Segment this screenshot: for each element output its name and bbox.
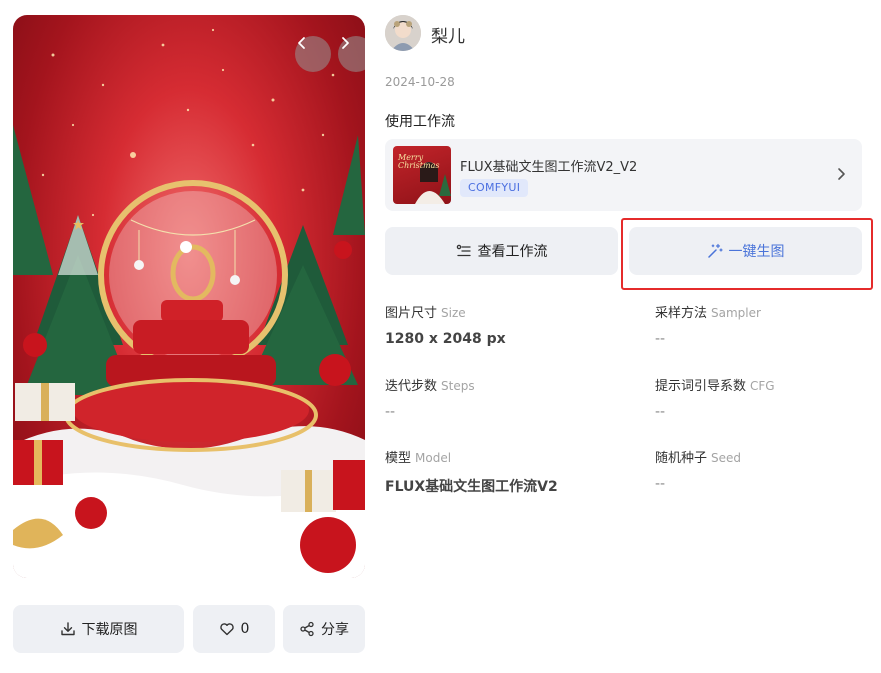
workflow-tag-badge: COMFYUI: [460, 179, 529, 197]
param-label: 随机种子: [655, 451, 708, 466]
chevron-right-icon: [342, 37, 349, 49]
param-label-en: Size: [441, 306, 466, 320]
param-label: 模型: [385, 451, 412, 466]
author-name[interactable]: 梨儿: [431, 22, 465, 47]
param-steps: 迭代步数 Steps --: [385, 375, 475, 420]
like-button[interactable]: 0: [193, 605, 275, 653]
previous-image-button[interactable]: [295, 36, 331, 72]
param-value: --: [385, 404, 396, 420]
magic-wand-icon: [707, 243, 723, 258]
download-original-button[interactable]: 下载原图: [13, 605, 184, 653]
param-label: 提示词引导系数: [655, 379, 747, 394]
chevron-left-icon: [298, 37, 305, 49]
param-size: 图片尺寸 Size 1280 x 2048 px: [385, 302, 506, 347]
param-label-en: Steps: [441, 379, 475, 393]
workflow-list-icon: [456, 244, 471, 257]
heart-icon: [219, 623, 234, 636]
workflow-name: FLUX基础文生图工作流V2_V2: [460, 160, 638, 175]
workflow-card[interactable]: Merry Christmas FLUX基础文生图工作流V2_V2 COMFYU…: [385, 139, 862, 211]
param-model: 模型 Model FLUX基础文生图工作流V2: [385, 447, 558, 496]
param-label: 采样方法: [655, 306, 708, 321]
author-avatar[interactable]: [385, 15, 421, 51]
param-value: FLUX基础文生图工作流V2: [385, 479, 558, 495]
view-workflow-button[interactable]: 查看工作流: [385, 227, 618, 275]
download-label: 下载原图: [81, 622, 138, 638]
download-icon: [60, 622, 75, 636]
param-label-en: CFG: [750, 379, 775, 393]
param-value: --: [655, 331, 666, 347]
param-value: 1280 x 2048 px: [385, 331, 506, 347]
param-value: --: [655, 404, 666, 420]
share-label: 分享: [321, 622, 349, 638]
param-seed: 随机种子 Seed --: [655, 447, 741, 492]
artwork-image[interactable]: [13, 15, 365, 578]
param-value: --: [655, 476, 666, 492]
like-count: 0: [240, 621, 250, 637]
param-sampler: 采样方法 Sampler --: [655, 302, 761, 347]
share-icon: [300, 621, 314, 637]
artwork-detail-page: 下载原图 0 分享 梨儿 2024-10-28 使用工作流 Merry Chri…: [0, 0, 881, 673]
param-cfg: 提示词引导系数 CFG --: [655, 375, 775, 420]
share-button[interactable]: 分享: [283, 605, 365, 653]
param-label: 迭代步数: [385, 379, 438, 394]
one-click-generate-button[interactable]: 一键生图: [629, 227, 862, 275]
param-label-en: Model: [415, 451, 452, 465]
view-workflow-label: 查看工作流: [477, 244, 548, 260]
param-label-en: Seed: [711, 451, 742, 465]
workflow-thumbnail: Merry Christmas: [393, 146, 451, 204]
param-label-en: Sampler: [711, 306, 761, 320]
param-label: 图片尺寸: [385, 306, 438, 321]
one-click-generate-label: 一键生图: [728, 244, 785, 260]
christmas-jewelry-illustration: [13, 28, 365, 578]
chevron-right-icon: [838, 168, 845, 180]
thumb-text-christmas: Christmas: [398, 161, 440, 170]
workflow-section-title: 使用工作流: [385, 114, 455, 130]
publish-date: 2024-10-28: [385, 75, 455, 89]
